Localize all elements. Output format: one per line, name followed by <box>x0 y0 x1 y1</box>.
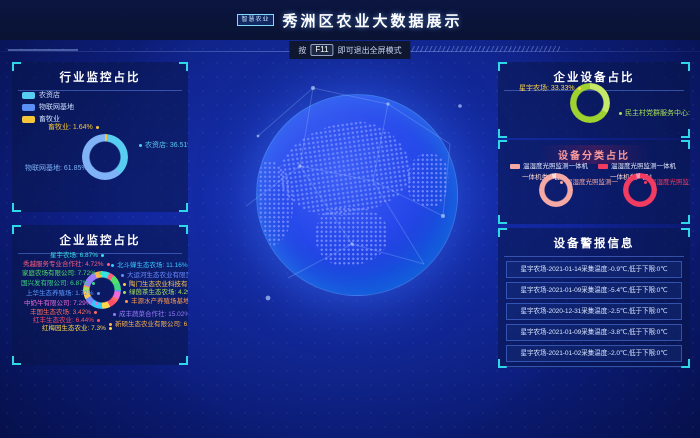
continent-dots-decor <box>407 153 449 207</box>
chart-label: 绿茵茶生态农场: 4.29 <box>123 289 188 297</box>
chart-label: 北斗蝉生态农场: 11.16% <box>111 262 188 270</box>
panel-enterprise-ratio: 企业监控占比 星宇农场: 6.87% 秀越服务专业合作社: 4.72% 家庭农场… <box>12 225 188 365</box>
legend-swatch <box>510 164 520 169</box>
legend-swatch <box>22 116 35 123</box>
dashboard: 智慧农业 秀洲区农业大数据展示 按 F11 即可退出全屏模式 <box>0 0 700 438</box>
chart-label: 国兴发有限公司: 6.87% <box>21 280 95 288</box>
globe <box>256 94 458 296</box>
page-title: 秀洲区农业大数据展示 <box>283 10 463 31</box>
legend-swatch <box>22 92 35 99</box>
chart-label: 秀越服务专业合作社: 4.72% <box>23 261 110 269</box>
legend-label: 温湿度光照监测一体机 <box>523 163 588 170</box>
industry-legend: 农资店 物联网基地 畜牧业 <box>22 89 74 125</box>
panel-alarm-info: 设备警报信息 星宇农场-2021-01-14采集温度:-0.9℃,低于下限:0℃… <box>498 228 690 368</box>
alarm-row: 星宇农场-2021-01-09采集温度:-3.8℃,低于下限:0℃ <box>506 324 682 341</box>
chart-label: 红丰生态农业: 6.44% <box>33 317 100 325</box>
legend-label: 温湿度光照监测一体机 <box>611 163 676 170</box>
panel-title: 设备警报信息 <box>504 228 684 257</box>
alarm-row: 星宇农场-2020-12-31采集温度:-2.5℃,低于下限:0℃ <box>506 303 682 320</box>
panel-title: 企业监控占比 <box>18 225 182 254</box>
panel-title: 设备分类占比 <box>538 145 650 164</box>
chart-label: 畜牧业: 1.64% <box>48 124 99 132</box>
chart-label: 大运河生态农业有限责任公 <box>121 272 188 280</box>
chart-label: 成丰蔬菜合作社: 15.02% <box>113 311 188 319</box>
legend-item: 物联网基地 <box>22 101 74 113</box>
continent-dots-decor <box>315 207 387 265</box>
chart-label: 丰源水产养殖场基地: 1. <box>125 298 188 306</box>
panel-category-ratio: 设备分类占比 温湿度光照监测一体机 一体机类产品1 温湿度光照监测一 温湿度光照… <box>498 140 690 224</box>
alarm-row: 星宇农场-2021-01-14采集温度:-0.9℃,低于下限:0℃ <box>506 261 682 278</box>
chart-label: 上华生态养殖场: 1.72% <box>26 290 100 298</box>
alarm-row: 星宇农场-2021-01-02采集温度:-2.0℃,低于下限:0℃ <box>506 345 682 362</box>
tip-prefix: 按 <box>298 45 306 56</box>
legend-item: 农资店 <box>22 89 74 101</box>
header: 智慧农业 秀洲区农业大数据展示 <box>0 0 700 40</box>
chart-label: 丰国生态农场: 3.42% <box>30 309 97 317</box>
legend-label: 农资店 <box>39 90 60 100</box>
legend-swatch <box>22 104 35 111</box>
fullscreen-tip: 按 F11 即可退出全屏模式 <box>289 41 410 59</box>
f11-key-badge: F11 <box>310 44 333 56</box>
tip-suffix: 即可退出全屏模式 <box>338 45 402 56</box>
chart-label: 温湿度光照监测一 <box>644 179 690 187</box>
chart-label: 家庭农场有限公司: 7.72% <box>22 270 102 278</box>
header-divider-accent <box>8 49 78 51</box>
legend-label: 畜牧业 <box>39 114 60 124</box>
chart-label: 农资店: 36.51% <box>139 142 188 150</box>
chart-label: 星宇农场: 33.33% <box>519 85 581 93</box>
legend-swatch <box>598 164 608 169</box>
chart-label: 物联网基地: 61.85% <box>25 165 94 173</box>
chart-label: 中奶牛有限公司: 7.29% <box>24 300 98 308</box>
chart-label: 新硕生态农业有限公司: 6.87% <box>109 321 188 329</box>
alarm-row: 星宇农场-2021-01-09采集温度:-0.9℃,低于下限:0℃ <box>506 366 682 368</box>
chart-label: 民主村党群服务中心: <box>619 110 690 118</box>
legend-label: 物联网基地 <box>39 102 74 112</box>
panel-device-ratio: 企业设备占比 星宇农场: 33.33% 民主村党群服务中心: <box>498 62 690 138</box>
chart-label: 红梅园生态农业: 7.3% <box>42 325 112 333</box>
chart-label: 陶门生态农业科技有限公 <box>123 281 188 289</box>
chart-label: 星宇农场: 6.87% <box>50 252 104 260</box>
panel-industry-ratio: 行业监控占比 农资店 物联网基地 畜牧业 畜牧业: 1.64% 农资店: 36.… <box>12 62 188 212</box>
alarm-row: 星宇农场-2021-01-09采集温度:-5.4℃,低于下限:0℃ <box>506 282 682 299</box>
panel-title: 行业监控占比 <box>18 62 182 91</box>
industry-donut-chart <box>82 134 128 180</box>
logo: 智慧农业 <box>237 14 273 26</box>
